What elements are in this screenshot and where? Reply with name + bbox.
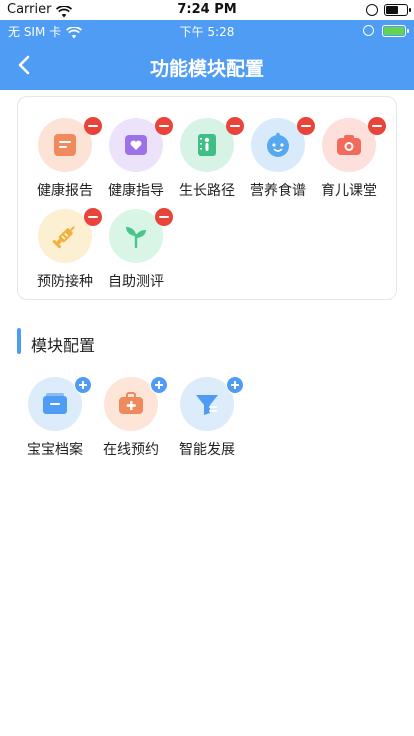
- module-online-appointment[interactable]: 在线预约: [95, 376, 168, 463]
- module-smart-development[interactable]: 智能发展: [171, 376, 244, 463]
- charging-battery-icon: [382, 25, 409, 37]
- module-parenting-class[interactable]: 育儿课堂: [313, 117, 386, 204]
- module-label: 自助测评: [108, 274, 164, 290]
- battery-icon: [384, 4, 411, 16]
- module-nutrition-recipe[interactable]: 营养食谱: [242, 117, 315, 204]
- module-label: 宝宝档案: [27, 442, 83, 458]
- app-status-bar: 无 SIM 卡 下午 5:28: [0, 20, 414, 42]
- module-vaccination[interactable]: 预防接种: [29, 208, 102, 295]
- growth-chart-icon: [198, 134, 216, 156]
- module-label: 育儿课堂: [321, 183, 377, 199]
- module-self-assessment[interactable]: 自助测评: [100, 208, 173, 295]
- orientation-lock-icon: [366, 4, 378, 16]
- camera-icon: [337, 135, 361, 155]
- module-growth-path[interactable]: 生长路径: [171, 117, 244, 204]
- section-accent-bar: [17, 328, 21, 354]
- funnel-icon: [196, 395, 218, 415]
- module-label: 在线预约: [103, 442, 159, 458]
- vaccine-icon: [52, 226, 75, 249]
- folder-icon: [43, 393, 67, 414]
- clock: 7:24 PM: [177, 2, 237, 17]
- app-header: 无 SIM 卡 下午 5:28 功能模块配置: [0, 20, 414, 90]
- sprout-icon: [126, 227, 146, 249]
- app-clock: 下午 5:28: [179, 25, 235, 39]
- page-title: 功能模块配置: [149, 58, 264, 80]
- module-label: 智能发展: [179, 442, 235, 458]
- report-icon: [54, 134, 76, 156]
- module-health-guide[interactable]: 健康指导: [100, 117, 173, 204]
- active-modules-card: 健康报告 健康指导 生长路径 营养食谱 育儿课堂 预防接种 自助测评: [17, 96, 397, 300]
- module-baby-profile[interactable]: 宝宝档案: [19, 376, 92, 463]
- add-badge-icon[interactable]: [226, 376, 244, 394]
- simulator-status-bar: Carrier 7:24 PM: [0, 0, 414, 20]
- remove-badge-icon[interactable]: [368, 117, 386, 135]
- section-title: 模块配置: [31, 336, 96, 355]
- remove-badge-icon[interactable]: [155, 208, 173, 226]
- medical-kit-icon: [119, 392, 143, 414]
- add-badge-icon[interactable]: [74, 376, 92, 394]
- guide-heart-icon: [125, 135, 147, 155]
- baby-face-icon: [267, 132, 289, 157]
- add-badge-icon[interactable]: [150, 376, 168, 394]
- module-health-report[interactable]: 健康报告: [29, 117, 102, 204]
- rotation-lock-icon: [363, 25, 374, 36]
